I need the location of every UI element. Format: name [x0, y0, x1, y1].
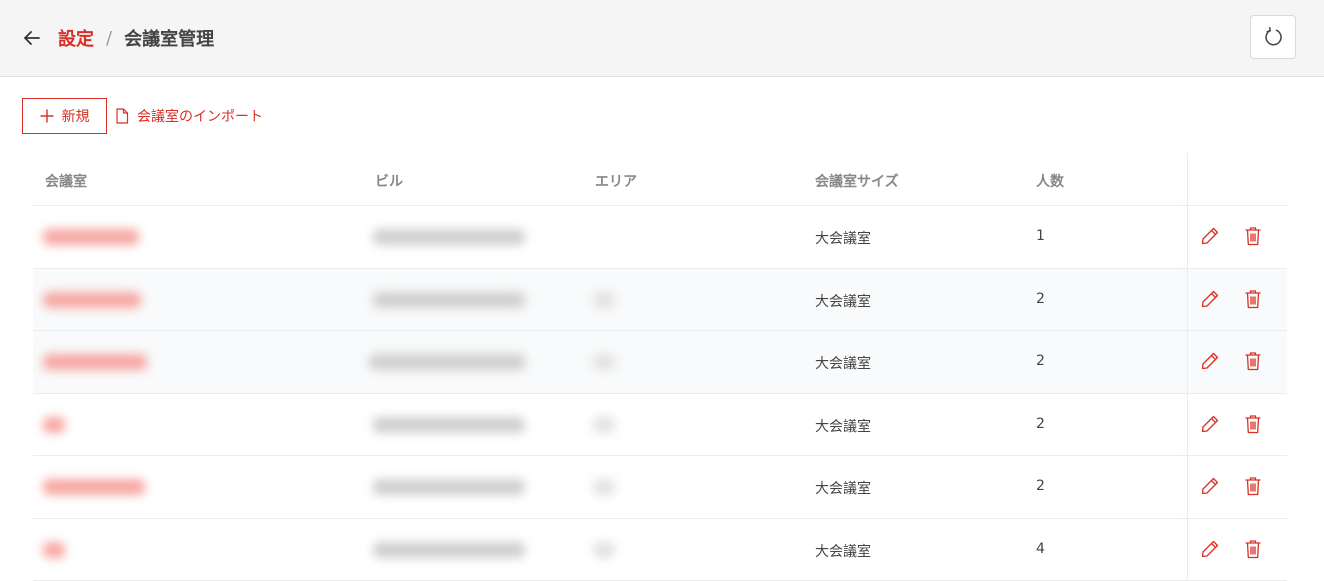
room-name-redacted[interactable]: [43, 479, 145, 495]
edit-button[interactable]: [1198, 224, 1222, 248]
breadcrumb: 設定 / 会議室管理: [58, 25, 214, 51]
actions-column-divider: [1187, 153, 1188, 581]
page-title: 会議室管理: [124, 29, 215, 50]
table-row[interactable]: 大会議室 2: [33, 268, 1287, 331]
delete-button[interactable]: [1241, 224, 1265, 248]
room-size-cell: 大会議室: [815, 543, 871, 560]
area-redacted: [593, 291, 615, 308]
trash-icon: [1245, 289, 1261, 308]
pencil-icon: [1201, 540, 1219, 557]
import-rooms-label: 会議室のインポート: [137, 109, 263, 125]
capacity-cell: 2: [1036, 478, 1045, 494]
trash-icon: [1245, 539, 1261, 558]
delete-button[interactable]: [1241, 412, 1265, 436]
room-size-cell: 大会議室: [815, 356, 871, 372]
pencil-icon: [1201, 352, 1219, 370]
arrow-left-icon: [24, 31, 40, 45]
delete-button[interactable]: [1241, 537, 1265, 561]
delete-button[interactable]: [1241, 474, 1265, 498]
room-name-redacted[interactable]: [43, 416, 65, 433]
room-name-redacted[interactable]: [43, 229, 139, 245]
new-button-label: 新規: [61, 109, 90, 125]
table-row[interactable]: 大会議室 1: [33, 206, 1287, 269]
page-header: 設定 / 会議室管理: [0, 0, 1324, 77]
area-redacted: [593, 416, 615, 433]
trash-icon: [1245, 227, 1261, 246]
table-header: 会議室 ビル エリア 会議室サイズ 人数: [33, 153, 1287, 206]
room-size-cell: 大会議室: [815, 231, 871, 247]
pencil-icon: [1201, 415, 1219, 432]
edit-button[interactable]: [1198, 412, 1222, 436]
breadcrumb-settings-link[interactable]: 設定: [58, 25, 94, 51]
back-button[interactable]: [20, 26, 44, 50]
plus-icon: [39, 109, 54, 123]
room-name-redacted[interactable]: [43, 354, 147, 370]
trash-icon: [1245, 352, 1261, 371]
building-redacted: [373, 229, 525, 245]
import-rooms-link[interactable]: 会議室のインポート: [115, 106, 263, 126]
meeting-room-table: 会議室 ビル エリア 会議室サイズ 人数 大会議室 1 大会議室 2 大会議室 …: [33, 153, 1287, 581]
capacity-cell: 2: [1036, 290, 1045, 307]
building-redacted: [373, 291, 525, 308]
toolbar: 新規 会議室のインポート: [22, 98, 263, 134]
edit-button[interactable]: [1198, 287, 1222, 311]
file-icon: [116, 108, 129, 124]
edit-button[interactable]: [1198, 474, 1222, 498]
refresh-button[interactable]: [1250, 15, 1296, 59]
room-name-redacted[interactable]: [43, 291, 141, 308]
column-header-room-size[interactable]: 会議室サイズ: [815, 171, 899, 191]
building-redacted: [369, 354, 525, 370]
table-row[interactable]: 大会議室 2: [33, 394, 1287, 456]
edit-button[interactable]: [1198, 537, 1222, 561]
column-header-area[interactable]: エリア: [595, 171, 637, 191]
area-redacted: [593, 354, 615, 370]
pencil-icon: [1201, 290, 1219, 307]
column-header-capacity[interactable]: 人数: [1036, 171, 1064, 191]
table-row[interactable]: 大会議室 4: [33, 519, 1287, 581]
trash-icon: [1245, 414, 1261, 433]
room-size-cell: 大会議室: [815, 418, 871, 435]
breadcrumb-separator: /: [106, 27, 113, 49]
table-row[interactable]: 大会議室 2: [33, 456, 1287, 519]
room-name-redacted[interactable]: [43, 541, 65, 558]
delete-button[interactable]: [1241, 287, 1265, 311]
building-redacted: [373, 541, 525, 558]
room-size-cell: 大会議室: [815, 481, 871, 497]
pencil-icon: [1201, 477, 1219, 495]
room-size-cell: 大会議室: [815, 293, 871, 310]
edit-button[interactable]: [1198, 349, 1222, 373]
area-redacted: [593, 479, 615, 495]
refresh-icon: [1265, 27, 1282, 46]
table-row[interactable]: 大会議室 2: [33, 331, 1287, 394]
capacity-cell: 4: [1036, 540, 1045, 557]
area-redacted: [593, 541, 615, 558]
building-redacted: [373, 416, 525, 433]
building-redacted: [373, 479, 525, 495]
pencil-icon: [1201, 227, 1219, 245]
new-button[interactable]: 新規: [22, 98, 107, 134]
capacity-cell: 2: [1036, 415, 1045, 432]
capacity-cell: 1: [1036, 228, 1045, 244]
trash-icon: [1245, 477, 1261, 496]
column-header-room[interactable]: 会議室: [45, 171, 87, 191]
column-header-building[interactable]: ビル: [375, 171, 403, 191]
capacity-cell: 2: [1036, 353, 1045, 369]
delete-button[interactable]: [1241, 349, 1265, 373]
